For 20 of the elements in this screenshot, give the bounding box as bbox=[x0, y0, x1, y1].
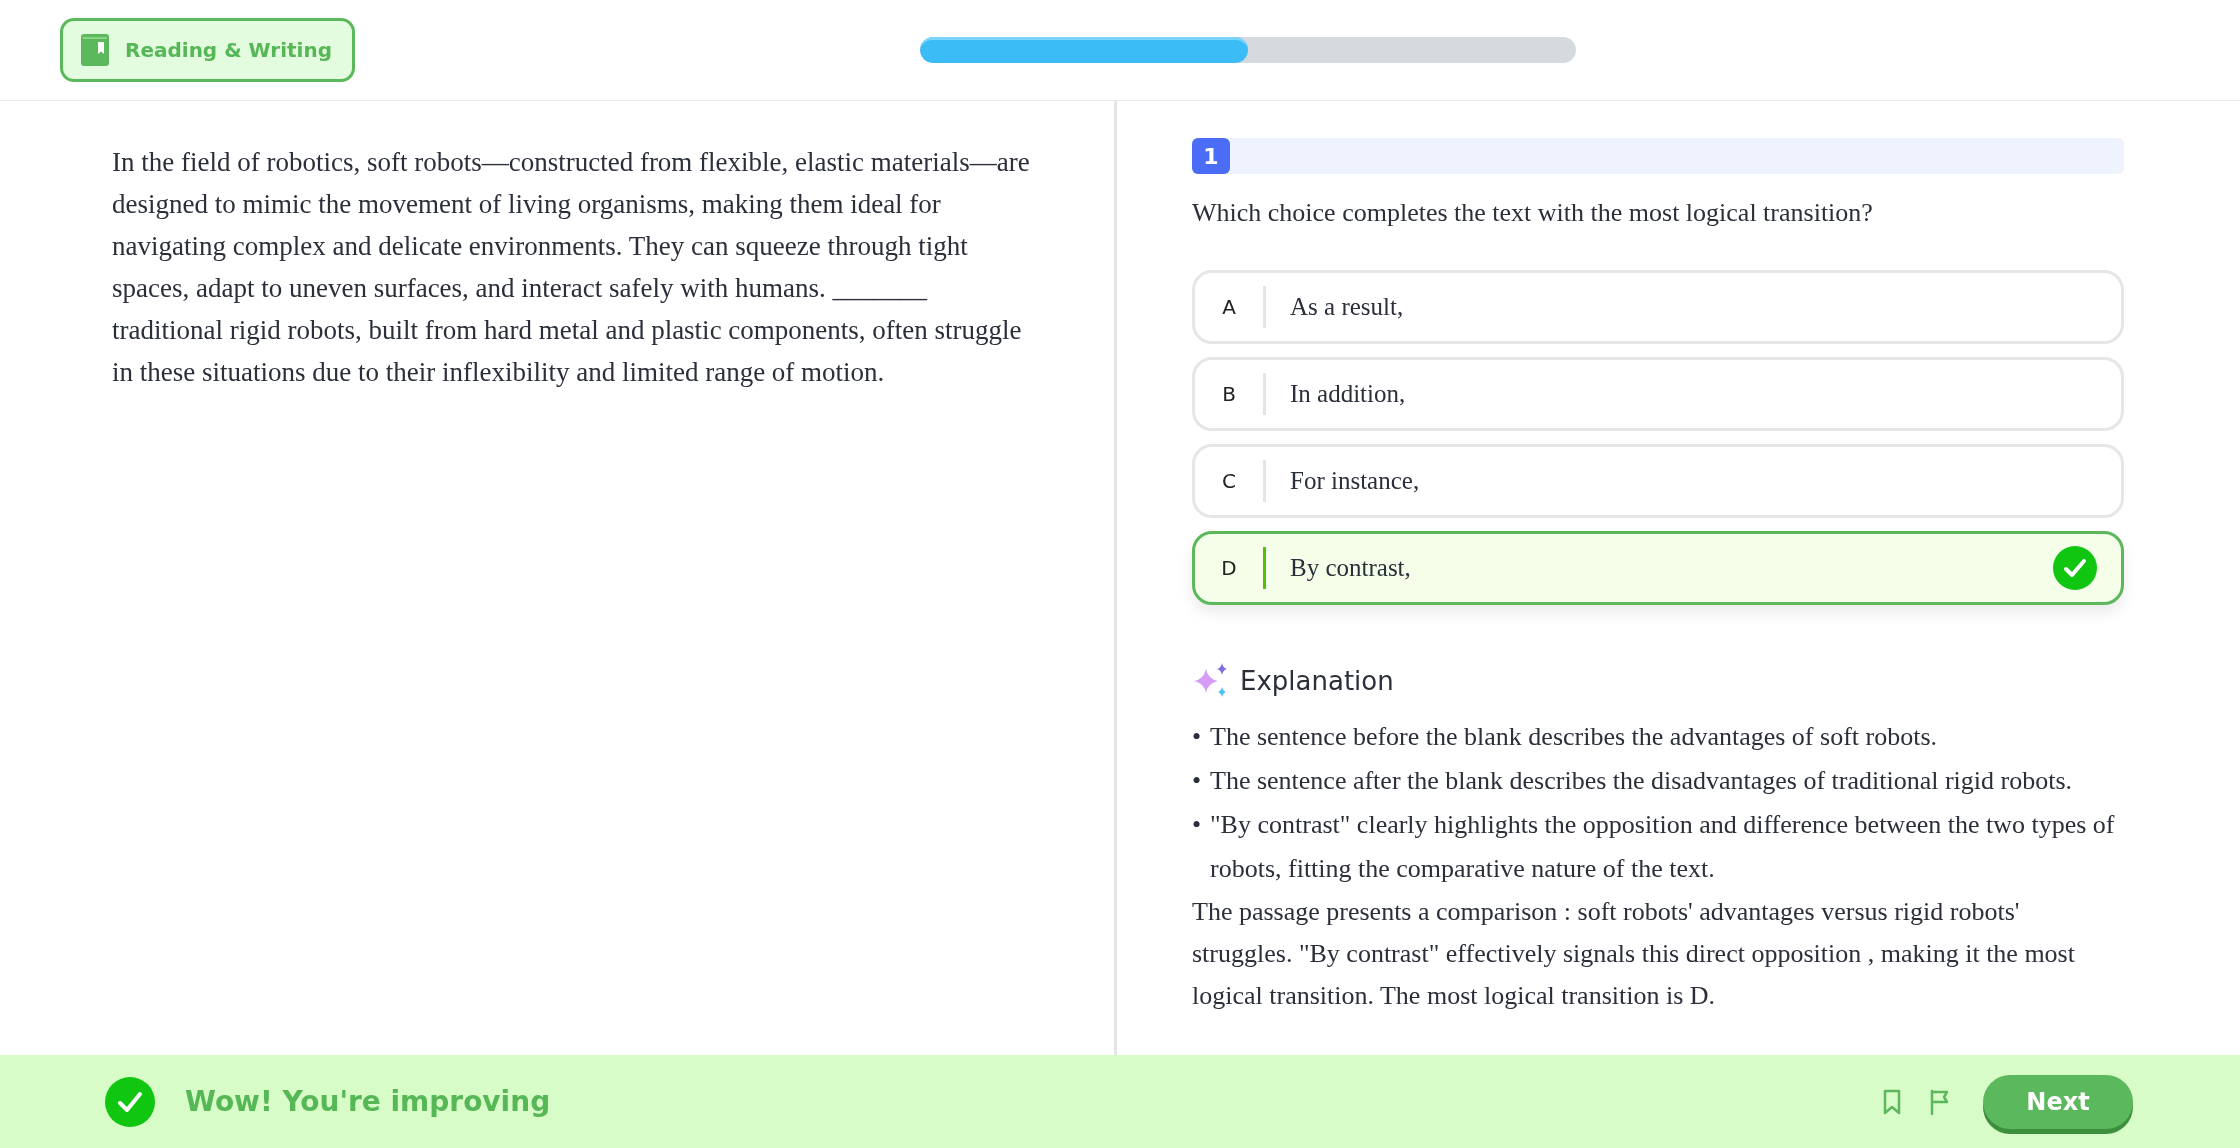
answer-choice[interactable]: C For instance, bbox=[1192, 444, 2124, 518]
question-number: 1 bbox=[1192, 138, 1230, 174]
explanation-title: Explanation bbox=[1240, 666, 1394, 696]
answer-choice[interactable]: B In addition, bbox=[1192, 357, 2124, 431]
bullet-marker: • bbox=[1192, 765, 1203, 797]
check-icon bbox=[2053, 546, 2097, 590]
answer-choice[interactable]: D By contrast, bbox=[1192, 531, 2124, 605]
bullet-marker: • bbox=[1192, 721, 1203, 753]
explanation-point: "By contrast" clearly highlights the opposition and difference between the two types of robots, fitting the comparative nature of the text. bbox=[1210, 809, 2116, 885]
question-prompt: Which choice completes the text with the most logical transition? bbox=[1192, 198, 1874, 228]
bullet-marker: • bbox=[1192, 809, 1203, 841]
check-icon bbox=[105, 1076, 155, 1127]
answer-choice[interactable]: A As a result, bbox=[1192, 270, 2124, 344]
book-icon bbox=[81, 34, 109, 66]
section-badge: Reading & Writing bbox=[60, 18, 355, 82]
explanation-point: The sentence after the blank describes the disadvantages of traditional rigid robots. bbox=[1210, 765, 2073, 797]
explanation-summary: The passage presents a comparison : soft robots' advantages versus rigid robots' struggles. "By contrast" effectively signals this direct opposition , making it the most logical transition. The most logical transition is D. bbox=[1192, 896, 2076, 1012]
feedback-message: Wow! You're improving bbox=[185, 1085, 552, 1118]
passage-text: In the field of robotics, soft robots—constructed from flexible, elastic materials—are designed to mimic the movement of living organisms, making them ideal for navigating complex and delicate environments. They can squeeze through tight spaces, adapt to uneven surfaces, and interact safely with humans. _______ traditional rigid robots, built from hard metal and plastic components, often struggle in these situations due to their inflexibility and limited range of motion. bbox=[112, 146, 1031, 389]
explanation-point: The sentence before the blank describes the advantages of soft robots. bbox=[1210, 721, 1937, 753]
